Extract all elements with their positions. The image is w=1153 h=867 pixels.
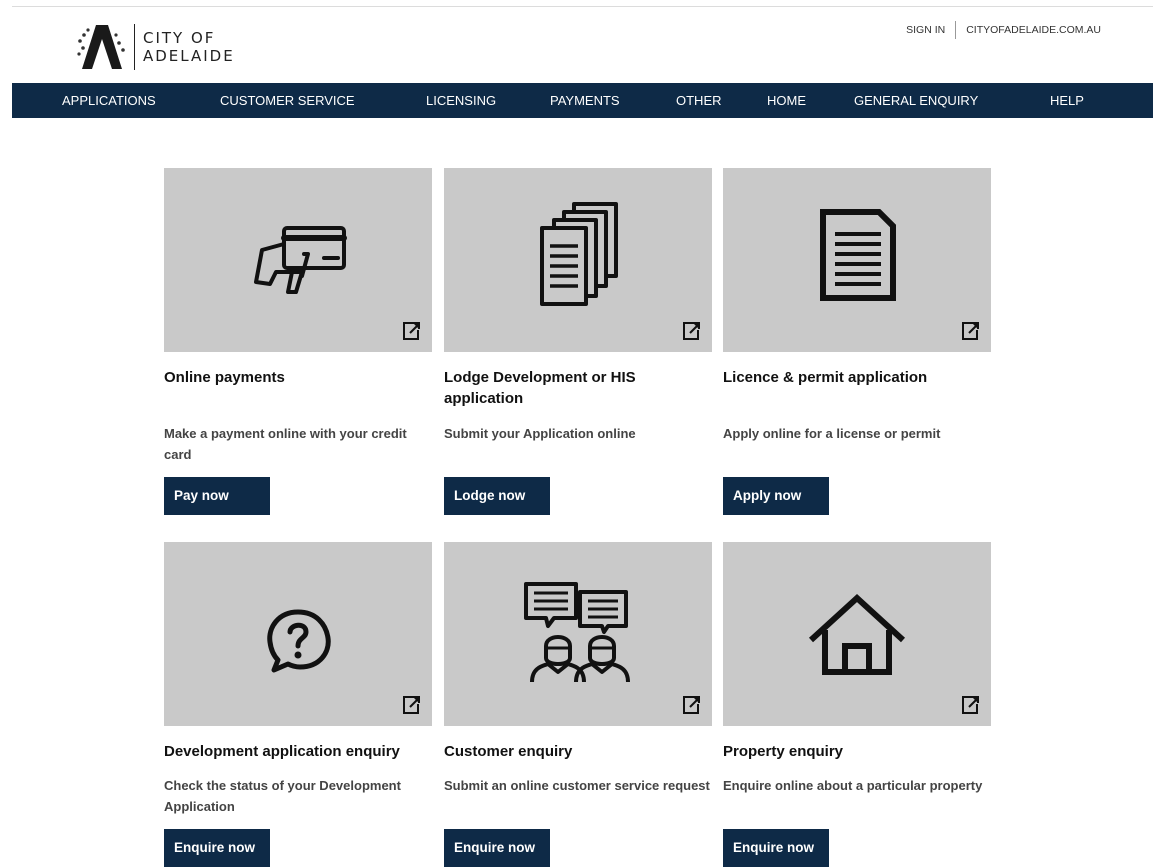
enquire-now-button[interactable]: Enquire now	[164, 829, 270, 867]
site-header: CITY OF ADELAIDE SIGN IN CITYOFADELAIDE.…	[12, 7, 1153, 83]
cityofadelaide-link[interactable]: CITYOFADELAIDE.COM.AU	[966, 24, 1101, 36]
card-property-enquiry: Property enquiry Enquire online about a …	[723, 542, 991, 867]
card-description: Submit an online customer service reques…	[444, 778, 710, 793]
nav-item-home[interactable]: HOME	[767, 83, 806, 118]
nav-item-general-enquiry[interactable]: GENERAL ENQUIRY	[854, 83, 978, 118]
external-link-icon	[962, 696, 979, 714]
card-title: Property enquiry	[723, 743, 844, 760]
external-link-icon	[683, 322, 700, 340]
nav-item-customer-service[interactable]: CUSTOMER SERVICE	[220, 83, 355, 118]
adelaide-a-logo-icon	[77, 25, 125, 69]
card-description: Make a payment online with your credit c…	[164, 426, 407, 462]
nav-item-applications[interactable]: APPLICATIONS	[62, 83, 156, 118]
main-navigation: APPLICATIONS CUSTOMER SERVICE LICENSING …	[12, 83, 1153, 118]
external-link-icon	[403, 322, 420, 340]
pay-now-button[interactable]: Pay now	[164, 477, 270, 515]
card-description: Submit your Application online	[444, 426, 636, 441]
card-licence-permit: Licence & permit application Apply onlin…	[723, 168, 991, 518]
question-bubble-icon	[267, 609, 331, 673]
utility-separator	[955, 21, 957, 39]
enquire-now-button[interactable]: Enquire now	[723, 829, 829, 867]
nav-item-payments[interactable]: PAYMENTS	[550, 83, 620, 118]
nav-item-help[interactable]: HELP	[1050, 83, 1084, 118]
card-description: Check the status of your Development App…	[164, 778, 401, 814]
card-title: Licence & permit application	[723, 369, 928, 386]
logo-line-2: ADELAIDE	[143, 47, 235, 65]
card-tile[interactable]	[444, 542, 712, 726]
card-title: Development application enquiry	[164, 743, 400, 760]
card-tile[interactable]	[723, 542, 991, 726]
nav-item-other[interactable]: OTHER	[676, 83, 722, 118]
house-icon	[808, 593, 906, 675]
document-icon	[820, 209, 896, 301]
customers-chat-icon	[524, 582, 630, 683]
card-title: Customer enquiry	[444, 743, 573, 760]
external-link-icon	[683, 696, 700, 714]
card-title: Lodge Development or HIS application	[444, 369, 636, 407]
nav-item-licensing[interactable]: LICENSING	[426, 83, 496, 118]
external-link-icon	[403, 696, 420, 714]
card-tile[interactable]	[723, 168, 991, 352]
city-of-adelaide-logo[interactable]: CITY OF ADELAIDE	[76, 21, 235, 73]
card-description: Enquire online about a particular proper…	[723, 778, 983, 793]
logo-line-1: CITY OF	[143, 29, 216, 47]
lodge-now-button[interactable]: Lodge now	[444, 477, 550, 515]
card-tile[interactable]	[444, 168, 712, 352]
credit-card-icon	[254, 226, 347, 294]
external-link-icon	[962, 322, 979, 340]
card-title: Online payments	[164, 369, 285, 386]
logo-wordmark: CITY OF ADELAIDE	[143, 29, 235, 65]
enquire-now-button[interactable]: Enquire now	[444, 829, 550, 867]
card-online-payments: Online payments Make a payment online wi…	[164, 168, 432, 518]
card-description: Apply online for a license or permit	[723, 426, 941, 441]
card-customer-enquiry: Customer enquiry Submit an online custom…	[444, 542, 712, 867]
card-lodge-development: Lodge Development or HIS application Sub…	[444, 168, 712, 518]
utility-links: SIGN IN CITYOFADELAIDE.COM.AU	[906, 21, 1101, 39]
card-tile[interactable]	[164, 542, 432, 726]
card-development-enquiry: Development application enquiry Check th…	[164, 542, 432, 867]
apply-now-button[interactable]: Apply now	[723, 477, 829, 515]
card-tile[interactable]	[164, 168, 432, 352]
documents-stack-icon	[540, 202, 618, 306]
logo-divider	[134, 24, 135, 70]
sign-in-link[interactable]: SIGN IN	[906, 24, 945, 36]
